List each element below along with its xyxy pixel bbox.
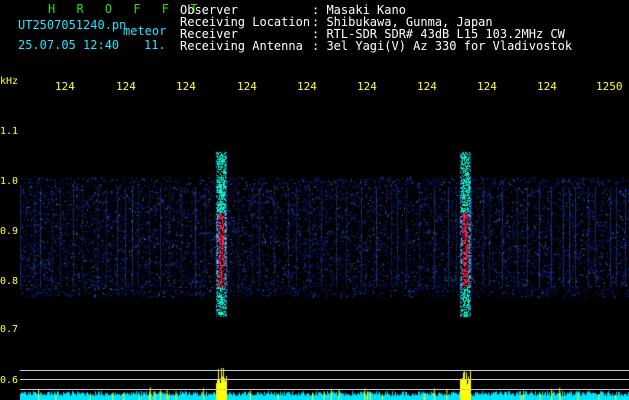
spectrogram: [20, 97, 629, 400]
freq-tick: 0.9: [0, 226, 19, 237]
count: 11.: [144, 38, 166, 52]
freq-tick: 1.1: [0, 126, 19, 137]
freq-tick: 0.6: [0, 375, 19, 386]
time-tick: 124: [477, 80, 497, 93]
freq-tick: 0.8: [0, 276, 19, 287]
unit-label: kHz: [0, 76, 19, 87]
time-tick: 124: [237, 80, 257, 93]
antenna-label: Receiving Antenna: [180, 39, 303, 53]
file-name: UT2507051240.pn: [18, 18, 127, 32]
freq-tick: 1.0: [0, 176, 19, 187]
time-tick: 124: [297, 80, 317, 93]
time-tick: 124: [116, 80, 136, 93]
datetime: 25.07.05 12:40: [18, 38, 120, 52]
time-tick: 1250: [596, 80, 623, 93]
time-tick: 124: [55, 80, 75, 93]
level-line: [20, 370, 629, 371]
level-line: [20, 379, 629, 380]
time-tick: 124: [176, 80, 196, 93]
time-tick: 124: [537, 80, 557, 93]
antenna-value: : 3el Yagi(V) Az 330 for Vladivostok: [312, 39, 573, 53]
level-line: [20, 389, 629, 390]
freq-tick: 0.7: [0, 324, 19, 335]
type-label: meteor: [123, 24, 167, 38]
time-tick: 124: [357, 80, 377, 93]
time-tick: 124: [417, 80, 437, 93]
